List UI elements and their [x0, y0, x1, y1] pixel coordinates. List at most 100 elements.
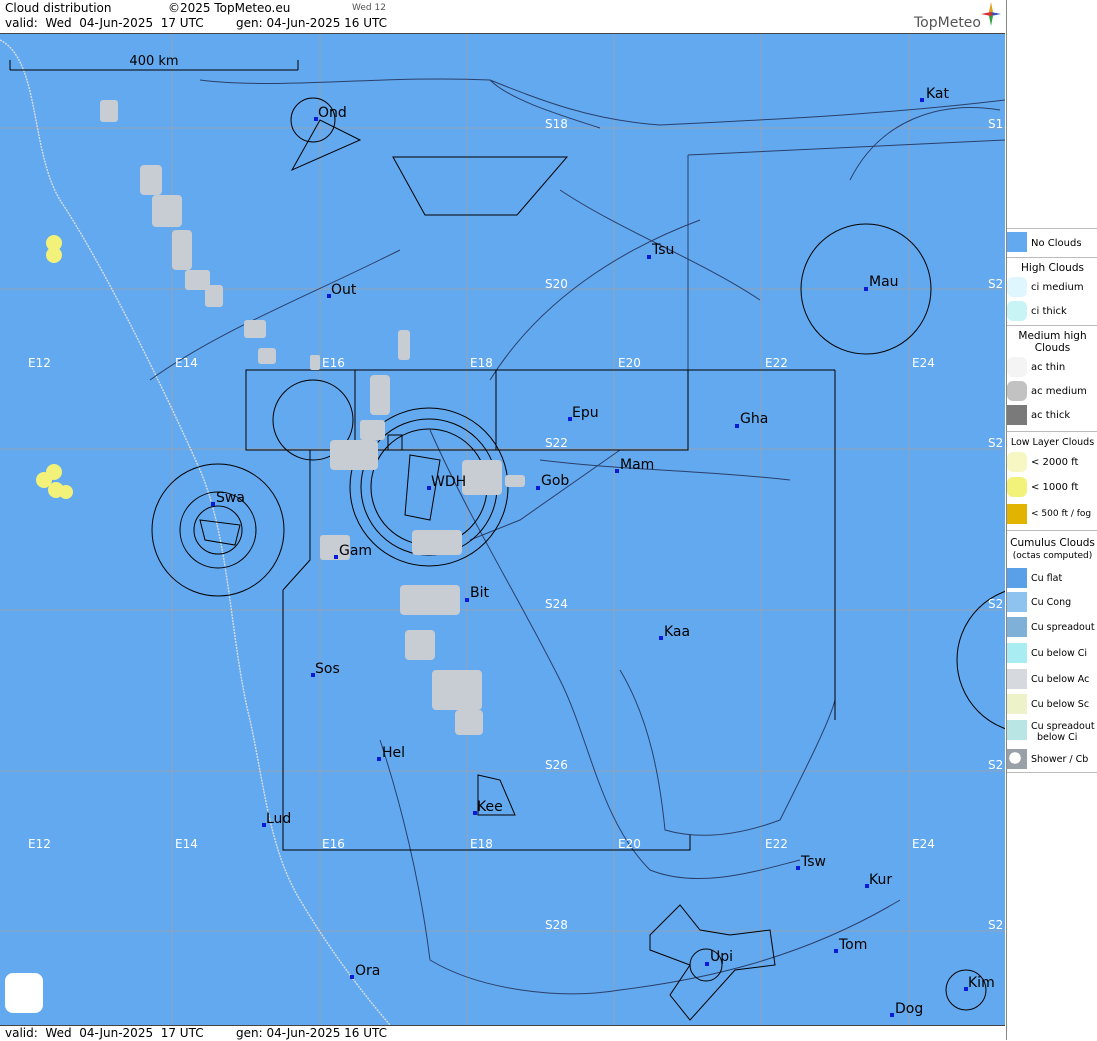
footer-valid-time: valid: Wed 04-Jun-2025 17 UTC	[5, 1026, 204, 1040]
swatch-cu-below-ac	[1007, 669, 1027, 689]
swatch-ci-thick	[1007, 301, 1027, 321]
place-marker-gob	[536, 486, 540, 490]
legend-heading-cumulus: Cumulus Clouds	[1010, 537, 1095, 549]
footer-generated-time: gen: 04-Jun-2025 16 UTC	[236, 1026, 388, 1040]
lat-label-s22: S22	[545, 436, 568, 450]
legend-separator	[1007, 530, 1097, 531]
place-marker-gam	[334, 555, 338, 559]
lon-label-e20-top: E20	[618, 356, 641, 370]
lon-label-e24-top: E24	[912, 356, 935, 370]
place-label-gob[interactable]: Gob	[541, 473, 569, 489]
swatch-cu-cong	[1007, 592, 1027, 612]
place-label-sos[interactable]: Sos	[315, 661, 340, 677]
lon-label-e18-top: E18	[470, 356, 493, 370]
place-label-kat[interactable]: Kat	[926, 86, 950, 102]
place-label-swa[interactable]: Swa	[216, 490, 245, 506]
swatch-ac-medium	[1007, 381, 1027, 401]
lon-label-e16-bottom: E16	[322, 837, 345, 851]
legend-heading-medium-2: Clouds	[1034, 342, 1071, 354]
lon-label-e16-top: E16	[322, 356, 345, 370]
place-label-epu[interactable]: Epu	[572, 405, 599, 421]
place-marker-mam	[615, 469, 619, 473]
place-label-hel[interactable]: Hel	[382, 745, 405, 761]
cu-below-ac-clusters	[100, 100, 525, 735]
lat-label-right-2: S2	[988, 436, 1003, 450]
place-label-lud[interactable]: Lud	[266, 811, 291, 827]
map-canvas: 400 km E12 E14 E16 E18 E20 E22 E24 E12 E…	[0, 34, 1005, 1025]
place-label-tsw[interactable]: Tsw	[800, 854, 826, 870]
legend-label: Cu below Ci	[1031, 648, 1088, 659]
legend-label: < 1000 ft	[1031, 482, 1079, 493]
valid-time: valid: Wed 04-Jun-2025 17 UTC	[5, 16, 204, 30]
place-marker-tom	[834, 949, 838, 953]
place-label-gam[interactable]: Gam	[339, 543, 372, 559]
legend-separator	[1007, 431, 1097, 432]
cloud-map[interactable]: 400 km E12 E14 E16 E18 E20 E22 E24 E12 E…	[0, 34, 1005, 1025]
lat-label-s24: S24	[545, 597, 568, 611]
shower-patch	[5, 973, 43, 1013]
legend-label: Cu spreadout	[1031, 721, 1095, 732]
chart-title: Cloud distribution	[5, 1, 112, 15]
place-marker-tsu	[647, 255, 651, 259]
lat-label-right-4: S2	[988, 758, 1003, 772]
swatch-cu-spreadout	[1007, 617, 1027, 637]
place-label-kim[interactable]: Kim	[968, 975, 995, 991]
lat-label-right-5: S2	[988, 918, 1003, 932]
place-label-bit[interactable]: Bit	[470, 585, 489, 601]
lat-label-s28: S28	[545, 918, 568, 932]
place-label-mau[interactable]: Mau	[869, 274, 899, 290]
swatch-ac-thick	[1007, 405, 1027, 425]
legend-heading-cumulus-2: (octas computed)	[1012, 551, 1093, 561]
place-marker-swa	[211, 502, 215, 506]
place-label-upi[interactable]: Upi	[710, 949, 733, 965]
legend-label: Cu below Sc	[1031, 699, 1090, 710]
place-marker-ora	[350, 975, 354, 979]
place-label-kur[interactable]: Kur	[869, 872, 892, 888]
legend-heading-high: High Clouds	[1021, 262, 1084, 274]
lon-label-e20-bottom: E20	[618, 837, 641, 851]
place-label-mam[interactable]: Mam	[620, 457, 654, 473]
legend-label: No Clouds	[1031, 238, 1082, 249]
lon-label-e18-bottom: E18	[470, 837, 493, 851]
place-marker-gha	[735, 424, 739, 428]
place-marker-kaa	[659, 636, 663, 640]
place-label-ora[interactable]: Ora	[355, 963, 380, 979]
place-label-kaa[interactable]: Kaa	[664, 624, 690, 640]
place-marker-mau	[864, 287, 868, 291]
header-bar: Cloud distribution ©2025 TopMeteo.eu Wed…	[0, 0, 1005, 34]
place-label-out[interactable]: Out	[331, 282, 357, 298]
lat-label-s18: S18	[545, 117, 568, 131]
legend-label: Cu below Ac	[1031, 674, 1090, 685]
generated-time: gen: 04-Jun-2025 16 UTC	[236, 16, 388, 30]
lat-label-right-0: S1	[988, 117, 1003, 131]
scale-label: 400 km	[129, 54, 178, 69]
swatch-cu-flat	[1007, 568, 1027, 588]
place-marker-hel	[377, 757, 381, 761]
place-label-wdh[interactable]: WDH	[431, 474, 466, 490]
lat-label-right-1: S2	[988, 277, 1003, 291]
legend-separator	[1007, 228, 1097, 229]
legend-heading-low: Low Layer Clouds	[1010, 437, 1095, 448]
place-marker-tsw	[796, 866, 800, 870]
lon-label-e12-bottom: E12	[28, 837, 51, 851]
compass-star-icon	[981, 2, 1001, 26]
footer-bar: valid: Wed 04-Jun-2025 17 UTC gen: 04-Ju…	[0, 1025, 1005, 1041]
swatch-shower-cb	[1007, 749, 1027, 769]
place-label-tsu[interactable]: Tsu	[651, 242, 674, 258]
place-label-kee[interactable]: Kee	[477, 799, 503, 815]
swatch-ac-thin	[1007, 357, 1027, 377]
place-label-ond[interactable]: Ond	[318, 105, 347, 121]
legend-separator	[1007, 772, 1097, 773]
place-label-gha[interactable]: Gha	[740, 411, 768, 427]
legend-label: ci thick	[1031, 306, 1067, 317]
place-marker-dog	[890, 1013, 894, 1017]
lat-label-s20: S20	[545, 277, 568, 291]
place-label-dog[interactable]: Dog	[895, 1001, 923, 1017]
legend-heading-medium: Medium high	[1018, 330, 1087, 342]
swatch-low-500	[1007, 504, 1027, 524]
lon-label-e22-top: E22	[765, 356, 788, 370]
place-marker-upi	[705, 962, 709, 966]
place-label-tom[interactable]: Tom	[838, 937, 867, 953]
copyright: ©2025 TopMeteo.eu	[168, 1, 291, 15]
legend-label: ac medium	[1031, 386, 1087, 397]
